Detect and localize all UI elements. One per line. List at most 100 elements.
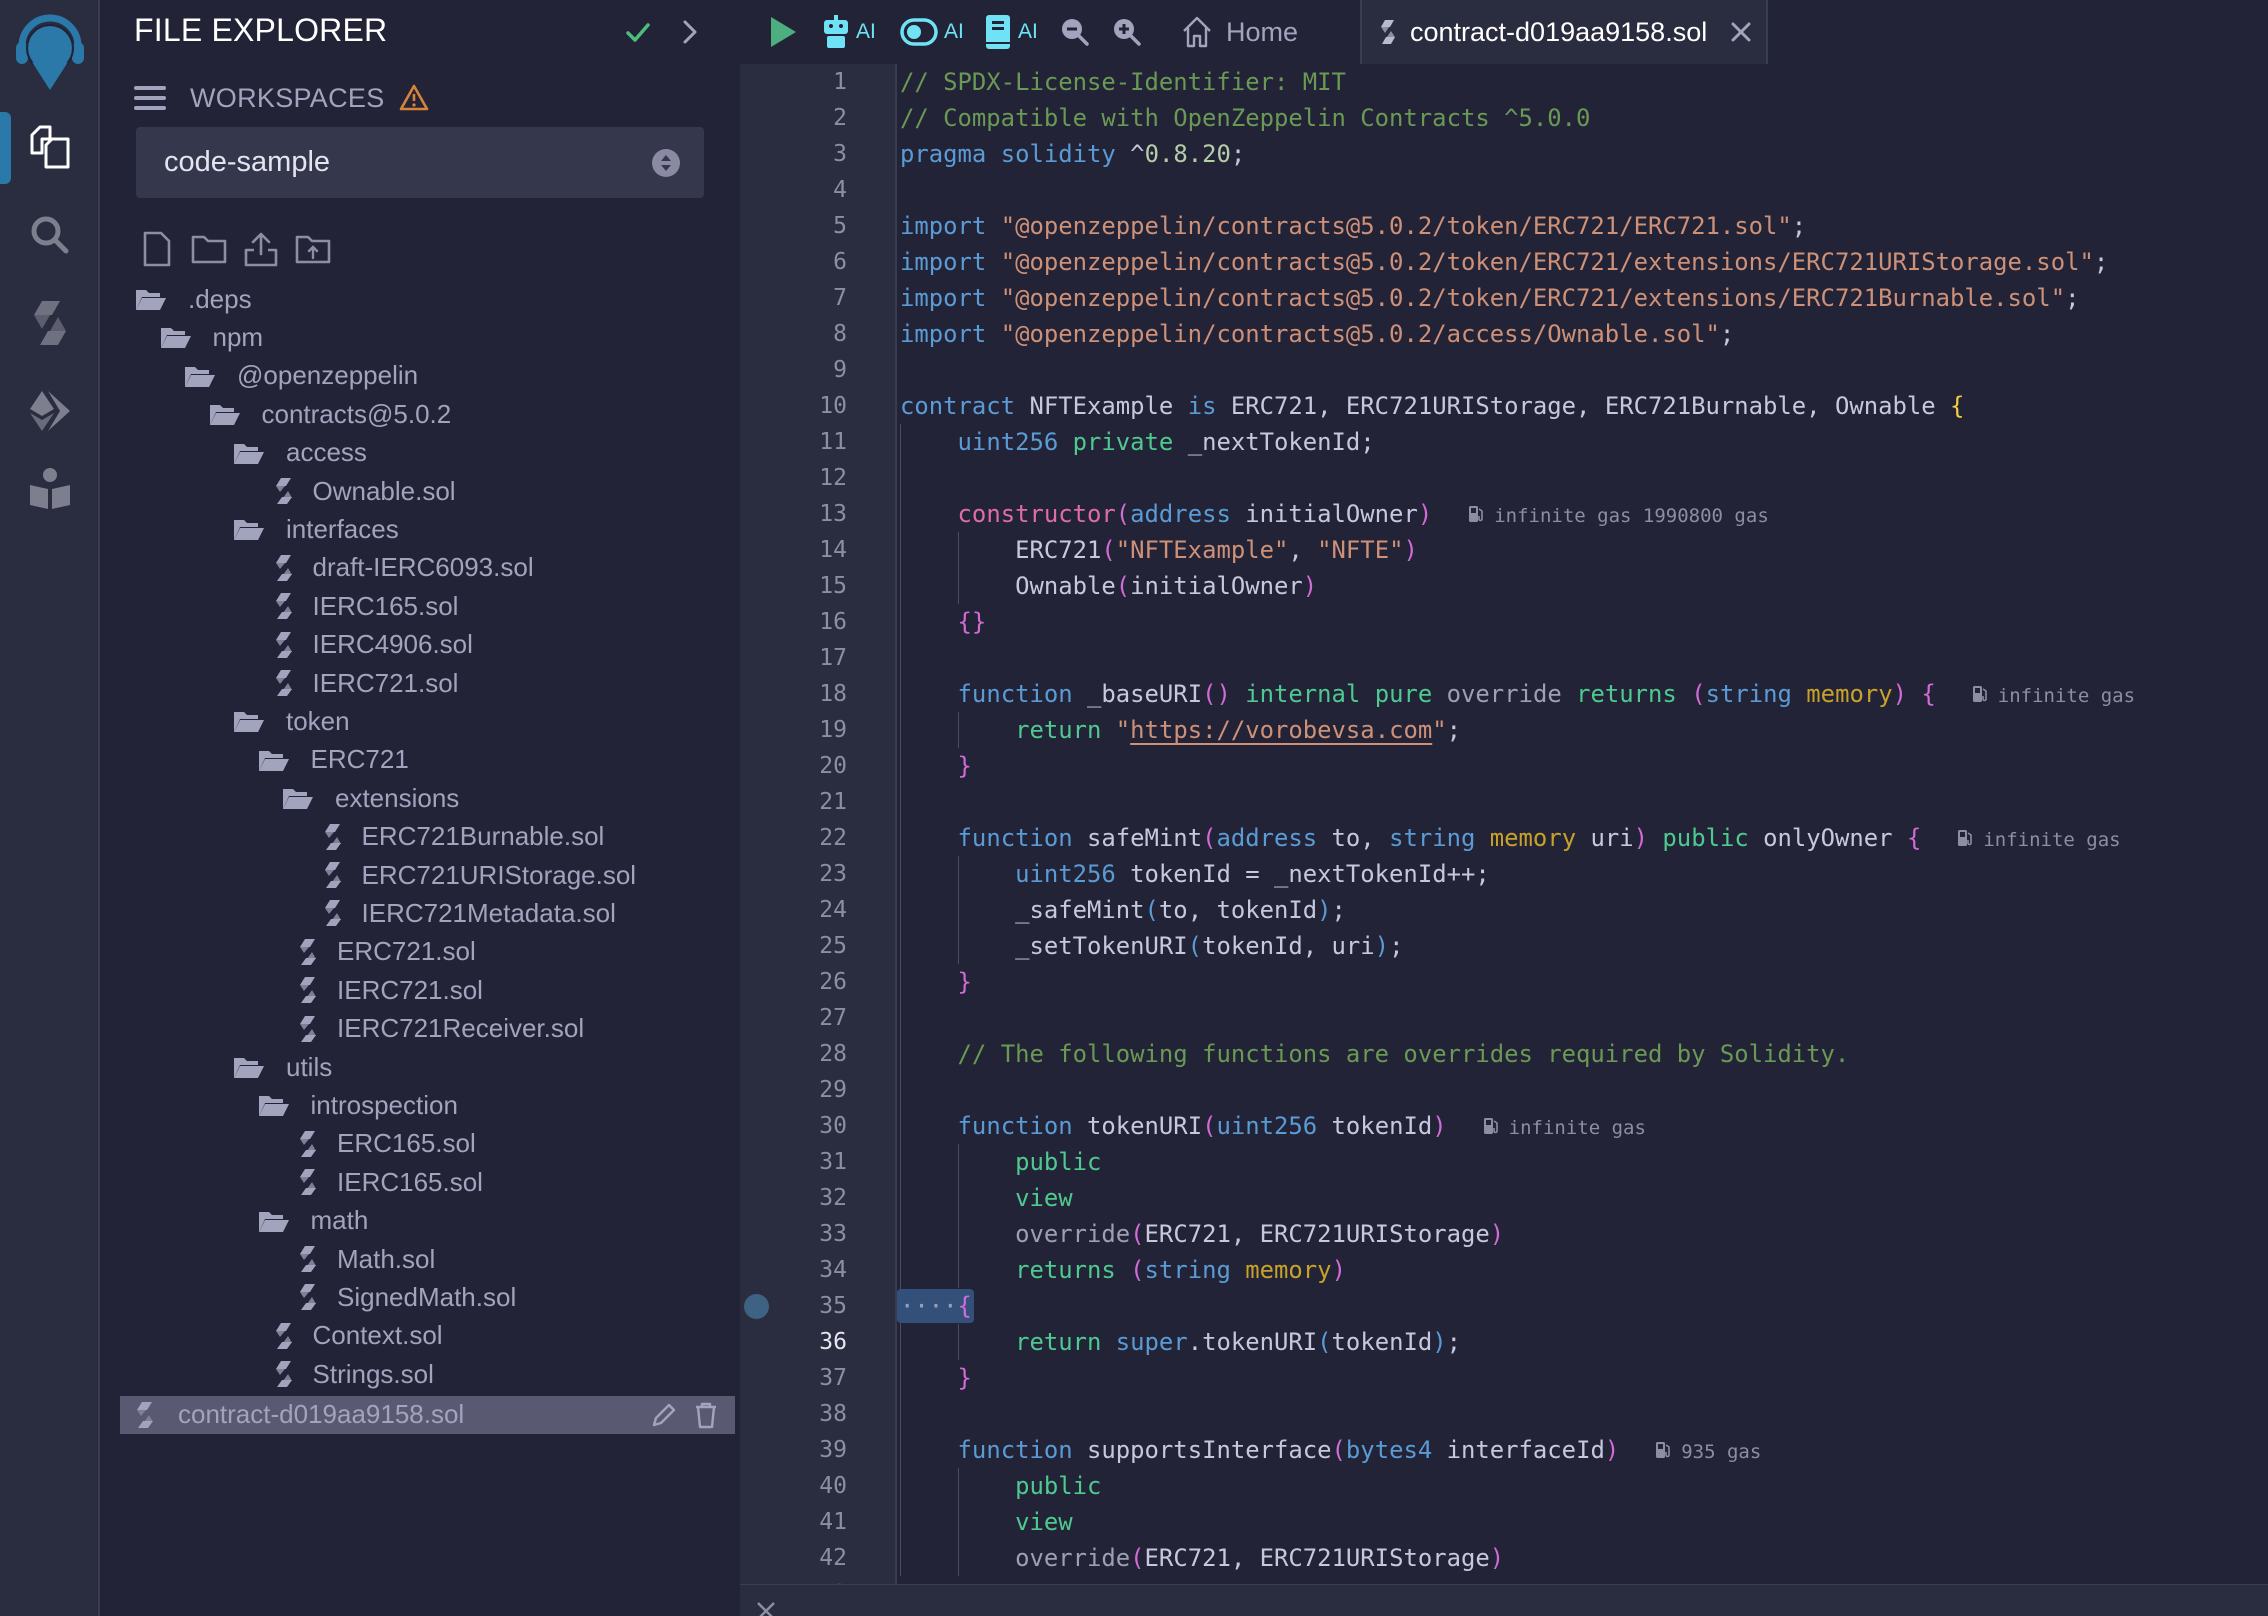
tree-file[interactable]: IERC721Receiver.sol xyxy=(120,1010,735,1048)
ai-toggle-button[interactable]: AI xyxy=(900,12,964,52)
delete-button[interactable] xyxy=(691,1400,721,1430)
tree-file[interactable]: ERC721Burnable.sol xyxy=(120,818,735,856)
tree-file[interactable]: IERC721Metadata.sol xyxy=(120,894,735,932)
hamburger-menu-icon[interactable] xyxy=(134,82,166,114)
line-number[interactable]: 13 xyxy=(767,496,847,532)
tree-folder[interactable]: introspection xyxy=(120,1086,735,1124)
tab-home[interactable]: Home xyxy=(1180,0,1298,64)
line-number[interactable]: 5 xyxy=(767,208,847,244)
rename-button[interactable] xyxy=(649,1400,679,1430)
line-number[interactable]: 14 xyxy=(767,532,847,568)
iconbar-file-explorer[interactable] xyxy=(0,112,100,182)
line-number[interactable]: 4 xyxy=(767,172,847,208)
tree-folder[interactable]: ERC721 xyxy=(120,741,735,779)
tree-file[interactable]: Ownable.sol xyxy=(120,472,735,510)
line-number[interactable]: 32 xyxy=(767,1180,847,1216)
tree-folder[interactable]: token xyxy=(120,702,735,740)
tree-folder[interactable]: @openzeppelin xyxy=(120,357,735,395)
line-number[interactable]: 42 xyxy=(767,1540,847,1576)
tree-file[interactable]: Math.sol xyxy=(120,1240,735,1278)
line-number[interactable]: 30 xyxy=(767,1108,847,1144)
iconbar-learneth[interactable] xyxy=(0,454,100,524)
line-number[interactable]: 17 xyxy=(767,640,847,676)
line-number[interactable]: 37 xyxy=(767,1360,847,1396)
tree-file[interactable]: contract-d019aa9158.sol xyxy=(120,1395,735,1434)
line-number[interactable]: 2 xyxy=(767,100,847,136)
tree-file[interactable]: ERC721.sol xyxy=(120,933,735,971)
line-number[interactable]: 23 xyxy=(767,856,847,892)
upload-folder-button[interactable] xyxy=(292,228,334,270)
iconbar-solidity-compiler[interactable] xyxy=(0,288,100,358)
tree-file[interactable]: ERC165.sol xyxy=(120,1125,735,1163)
line-number[interactable]: 22 xyxy=(767,820,847,856)
line-number[interactable]: 41 xyxy=(767,1504,847,1540)
tree-file[interactable]: IERC165.sol xyxy=(120,1163,735,1201)
new-file-button[interactable] xyxy=(136,228,178,270)
line-number[interactable]: 15 xyxy=(767,568,847,604)
line-number[interactable]: 35 xyxy=(767,1288,847,1324)
line-number[interactable]: 1 xyxy=(767,64,847,100)
line-number[interactable]: 11 xyxy=(767,424,847,460)
zoom-out-button[interactable] xyxy=(1060,12,1090,52)
line-number[interactable]: 16 xyxy=(767,604,847,640)
ai-copilot-button[interactable]: AI xyxy=(822,12,876,52)
line-number[interactable]: 12 xyxy=(767,460,847,496)
line-number[interactable]: 26 xyxy=(767,964,847,1000)
tree-file[interactable]: IERC721.sol xyxy=(120,664,735,702)
tab-active-file[interactable]: contract-d019aa9158.sol xyxy=(1360,0,1768,64)
tree-file[interactable]: draft-IERC6093.sol xyxy=(120,549,735,587)
close-tab-button[interactable] xyxy=(1727,18,1755,46)
zoom-in-button[interactable] xyxy=(1112,12,1142,52)
tree-file[interactable]: ERC721URIStorage.sol xyxy=(120,856,735,894)
line-number[interactable]: 7 xyxy=(767,280,847,316)
line-number[interactable]: 28 xyxy=(767,1036,847,1072)
line-number[interactable]: 9 xyxy=(767,352,847,388)
tree-folder[interactable]: contracts@5.0.2 xyxy=(120,395,735,433)
line-number[interactable]: 24 xyxy=(767,892,847,928)
tree-folder[interactable]: access xyxy=(120,434,735,472)
remix-logo[interactable] xyxy=(0,10,100,90)
chevron-right-icon[interactable] xyxy=(672,14,708,50)
line-number[interactable]: 25 xyxy=(767,928,847,964)
tree-file[interactable]: IERC721.sol xyxy=(120,971,735,1009)
line-number[interactable]: 29 xyxy=(767,1072,847,1108)
line-number[interactable]: 6 xyxy=(767,244,847,280)
line-number[interactable]: 8 xyxy=(767,316,847,352)
new-folder-button[interactable] xyxy=(188,228,230,270)
upload-file-button[interactable] xyxy=(240,228,282,270)
iconbar-deploy-run[interactable] xyxy=(0,376,100,446)
tree-file[interactable]: Strings.sol xyxy=(120,1355,735,1393)
tree-folder[interactable]: utils xyxy=(120,1048,735,1086)
line-number[interactable]: 33 xyxy=(767,1216,847,1252)
tree-folder[interactable]: npm xyxy=(120,318,735,356)
tree-folder[interactable]: interfaces xyxy=(120,510,735,548)
code-editor[interactable]: // SPDX-License-Identifier: MIT // Compat… xyxy=(897,64,2268,1584)
warning-icon[interactable] xyxy=(399,83,429,113)
close-terminal-button[interactable] xyxy=(754,1599,778,1616)
iconbar-search[interactable] xyxy=(0,200,100,270)
line-number[interactable]: 20 xyxy=(767,748,847,784)
tree-folder[interactable]: extensions xyxy=(120,779,735,817)
line-number[interactable]: 10 xyxy=(767,388,847,424)
tree-folder[interactable]: .deps xyxy=(120,280,735,318)
line-number[interactable]: 31 xyxy=(767,1144,847,1180)
tree-file[interactable]: IERC4906.sol xyxy=(120,626,735,664)
check-icon[interactable] xyxy=(620,14,656,50)
run-button[interactable] xyxy=(768,12,798,52)
line-number[interactable]: 3 xyxy=(767,136,847,172)
tree-file[interactable]: IERC165.sol xyxy=(120,587,735,625)
tree-folder[interactable]: math xyxy=(120,1202,735,1240)
tree-file[interactable]: SignedMath.sol xyxy=(120,1278,735,1316)
line-number[interactable]: 27 xyxy=(767,1000,847,1036)
line-number[interactable]: 38 xyxy=(767,1396,847,1432)
line-number[interactable]: 19 xyxy=(767,712,847,748)
line-number[interactable]: 34 xyxy=(767,1252,847,1288)
line-number-gutter[interactable]: 1 2 3 4 5 6 7 8 9 10 11 12 13 14 15 16 17 18 19 20 21 22 23 24 2… xyxy=(740,64,897,1607)
tree-file[interactable]: Context.sol xyxy=(120,1317,735,1355)
line-number[interactable]: 40 xyxy=(767,1468,847,1504)
line-number[interactable]: 21 xyxy=(767,784,847,820)
line-number[interactable]: 18 xyxy=(767,676,847,712)
breakpoint-marker[interactable] xyxy=(744,1294,769,1319)
workspace-select[interactable]: code-sample xyxy=(136,127,704,198)
line-number[interactable]: 39 xyxy=(767,1432,847,1468)
